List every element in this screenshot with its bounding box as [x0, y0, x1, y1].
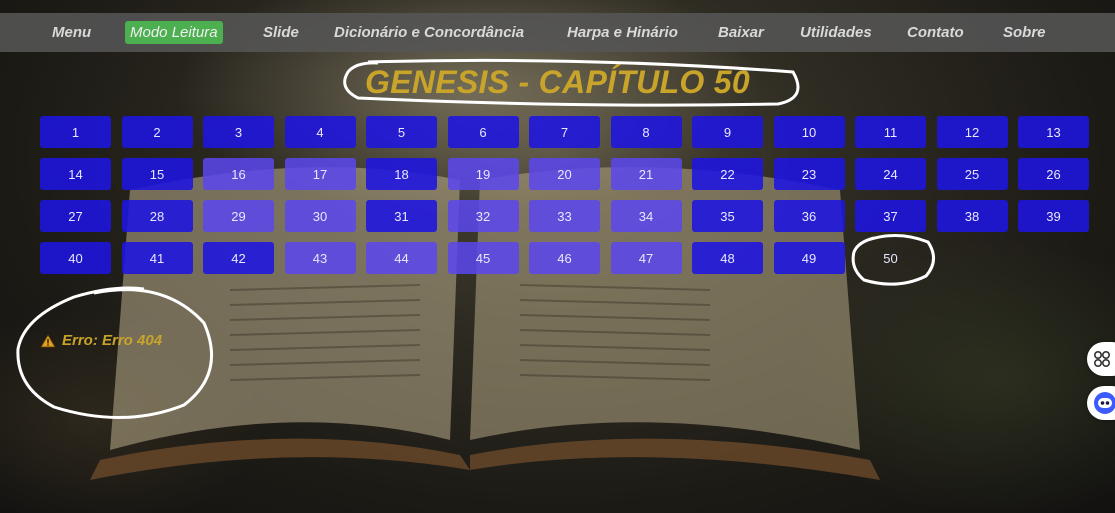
chapter-button-41[interactable]: 41	[121, 242, 193, 274]
chapter-button-40[interactable]: 40	[40, 242, 111, 274]
chapter-button-17[interactable]: 17	[284, 158, 356, 190]
nav-menu[interactable]: Menu	[47, 21, 96, 44]
chapter-button-5[interactable]: 5	[366, 116, 437, 148]
chapter-button-29[interactable]: 29	[203, 200, 274, 232]
chapter-button-10[interactable]: 10	[773, 116, 845, 148]
assistant-icon	[1094, 392, 1115, 414]
chapter-button-28[interactable]: 28	[121, 200, 193, 232]
nav-baixar[interactable]: Baixar	[713, 21, 769, 44]
chapter-button-13[interactable]: 13	[1018, 116, 1089, 148]
chapter-button-23[interactable]: 23	[773, 158, 845, 190]
nav-harpa-hinario[interactable]: Harpa e Hinário	[562, 21, 683, 44]
chapter-button-22[interactable]: 22	[692, 158, 763, 190]
chapter-button-25[interactable]: 25	[936, 158, 1008, 190]
chapter-button-27[interactable]: 27	[40, 200, 111, 232]
chapter-button-32[interactable]: 32	[447, 200, 519, 232]
current-chapter-annotation-circle	[851, 234, 935, 286]
chapter-button-36[interactable]: 36	[773, 200, 845, 232]
chapter-button-12[interactable]: 12	[936, 116, 1008, 148]
chapter-button-37[interactable]: 37	[855, 200, 926, 232]
nav-dicionario-concordancia[interactable]: Dicionário e Concordância	[329, 21, 529, 44]
chapter-button-42[interactable]: 42	[203, 242, 274, 274]
error-annotation-circle	[16, 286, 213, 419]
assistant-widget-button[interactable]	[1087, 386, 1115, 420]
chapter-button-43[interactable]: 43	[284, 242, 356, 274]
chapter-button-14[interactable]: 14	[40, 158, 111, 190]
chapter-button-31[interactable]: 31	[366, 200, 437, 232]
chapter-button-20[interactable]: 20	[529, 158, 600, 190]
chapter-button-15[interactable]: 15	[121, 158, 193, 190]
chapter-button-1[interactable]: 1	[40, 116, 111, 148]
nav-slide[interactable]: Slide	[258, 21, 304, 44]
chapter-button-21[interactable]: 21	[610, 158, 682, 190]
chapter-button-46[interactable]: 46	[529, 242, 600, 274]
chapter-button-30[interactable]: 30	[284, 200, 356, 232]
chapter-button-11[interactable]: 11	[855, 116, 926, 148]
chapter-button-18[interactable]: 18	[366, 158, 437, 190]
chapter-button-4[interactable]: 4	[284, 116, 356, 148]
chapter-button-8[interactable]: 8	[610, 116, 682, 148]
chapter-button-38[interactable]: 38	[936, 200, 1008, 232]
chapter-button-45[interactable]: 45	[447, 242, 519, 274]
chapter-button-3[interactable]: 3	[203, 116, 274, 148]
title-annotation-circle	[343, 58, 800, 107]
nav-utilidades[interactable]: Utilidades	[795, 21, 877, 44]
top-navbar: Menu Modo Leitura Slide Dicionário e Con…	[0, 13, 1115, 52]
chapter-button-2[interactable]: 2	[121, 116, 193, 148]
nav-sobre[interactable]: Sobre	[998, 21, 1051, 44]
chapter-button-44[interactable]: 44	[366, 242, 437, 274]
chapter-button-26[interactable]: 26	[1018, 158, 1089, 190]
chapter-button-34[interactable]: 34	[610, 200, 682, 232]
chapter-button-24[interactable]: 24	[855, 158, 926, 190]
apps-widget-button[interactable]	[1087, 342, 1115, 376]
chapter-button-33[interactable]: 33	[529, 200, 600, 232]
chapter-button-48[interactable]: 48	[692, 242, 763, 274]
chapter-button-7[interactable]: 7	[529, 116, 600, 148]
grid-icon	[1093, 350, 1111, 368]
chapter-button-35[interactable]: 35	[692, 200, 763, 232]
chapter-button-19[interactable]: 19	[447, 158, 519, 190]
nav-contato[interactable]: Contato	[902, 21, 969, 44]
nav-modo-leitura[interactable]: Modo Leitura	[125, 21, 223, 44]
chapter-button-16[interactable]: 16	[203, 158, 274, 190]
chapter-button-39[interactable]: 39	[1018, 200, 1089, 232]
chapter-button-49[interactable]: 49	[773, 242, 845, 274]
chapter-button-6[interactable]: 6	[447, 116, 519, 148]
chapter-button-47[interactable]: 47	[610, 242, 682, 274]
chapter-button-9[interactable]: 9	[692, 116, 763, 148]
